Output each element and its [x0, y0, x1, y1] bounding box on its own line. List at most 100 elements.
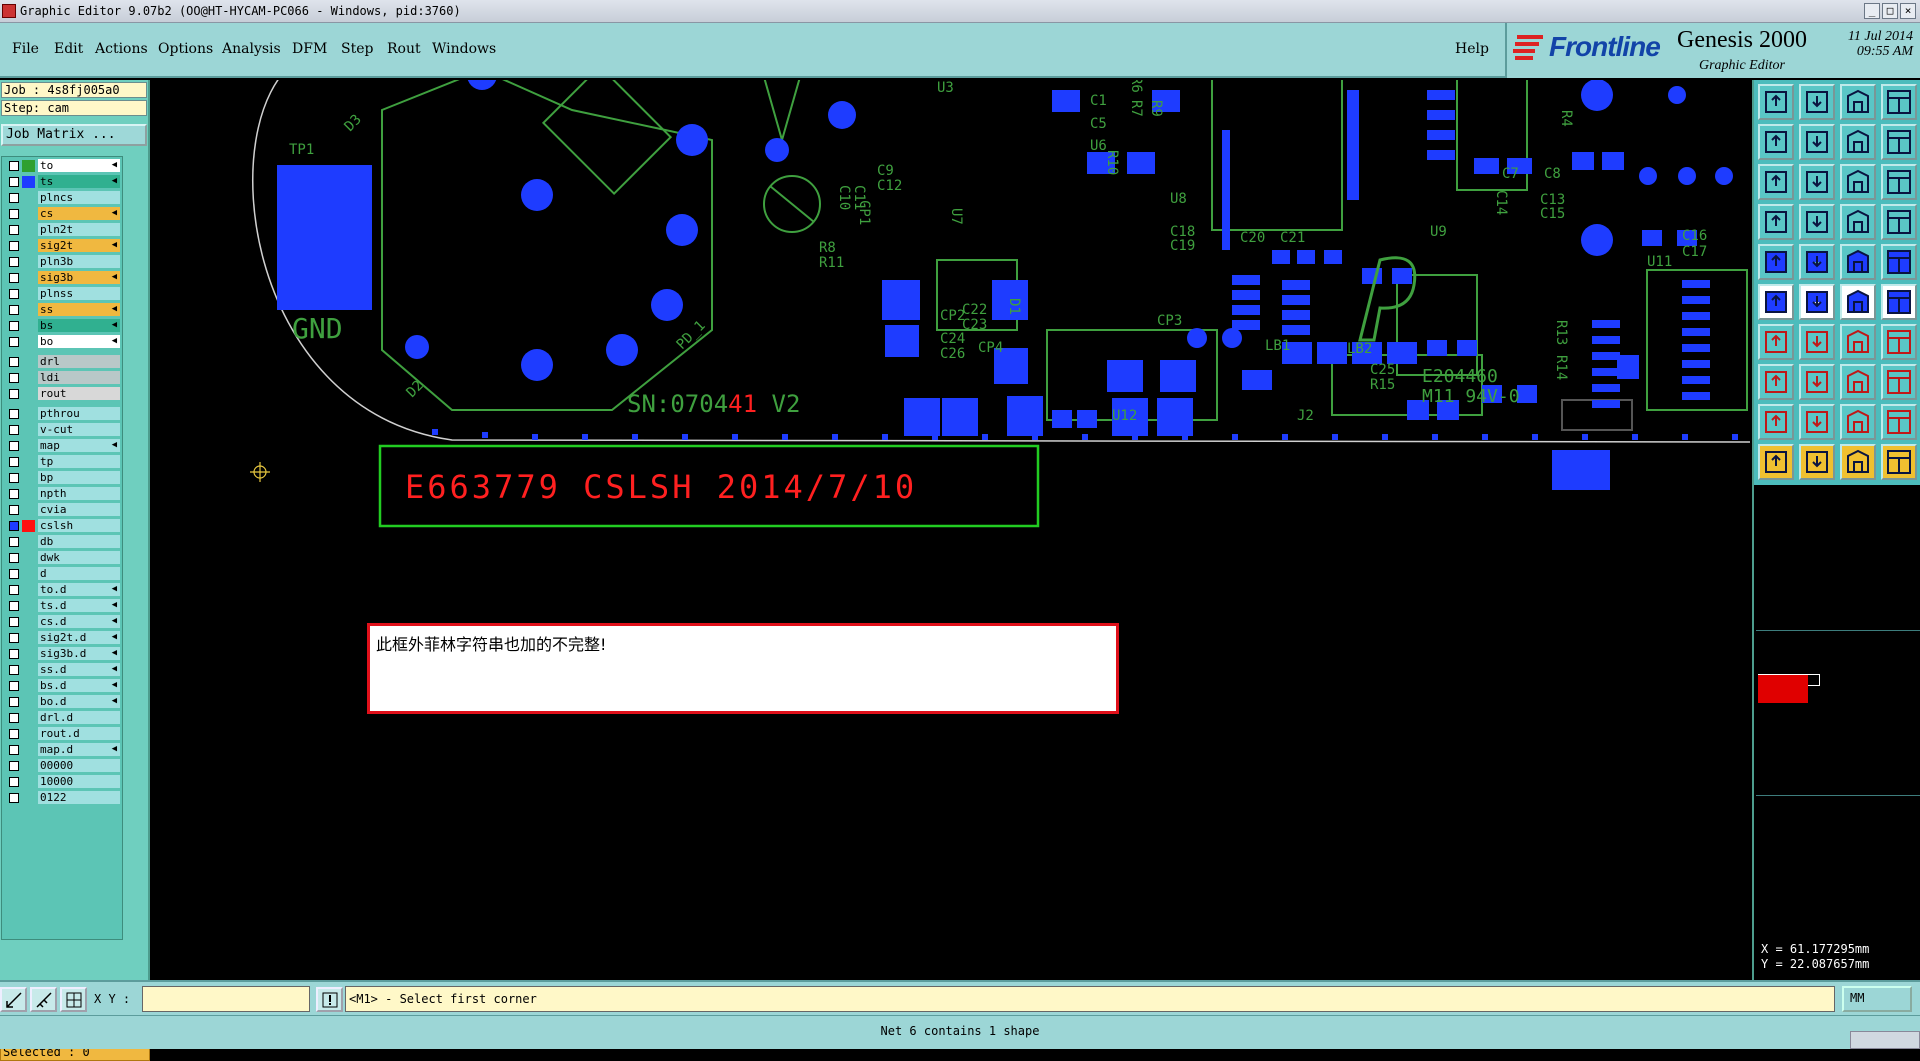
- layer-checkbox[interactable]: [9, 729, 19, 739]
- menu-step[interactable]: Step: [341, 41, 373, 57]
- flip-button[interactable]: [1881, 324, 1917, 360]
- layer-checkbox[interactable]: [9, 505, 19, 515]
- layer-checkbox[interactable]: [9, 665, 19, 675]
- route-button[interactable]: [1881, 124, 1917, 160]
- layer-checkbox[interactable]: [9, 257, 19, 267]
- bridge-button[interactable]: [1881, 404, 1917, 440]
- layer-name[interactable]: ts ◀: [38, 175, 120, 188]
- snap-button[interactable]: [0, 987, 27, 1012]
- layer-name[interactable]: 10000: [38, 775, 120, 788]
- layer-checkbox[interactable]: [9, 633, 19, 643]
- layer-name[interactable]: ts.d ◀: [38, 599, 120, 612]
- layer-checkbox[interactable]: [9, 441, 19, 451]
- layer-row[interactable]: to.d ◀: [2, 583, 122, 597]
- minus-button[interactable]: [1799, 364, 1835, 400]
- pcb-drawing[interactable]: TP1 D3 D2 PD_1 R8 R11 C10 C11 C9 C12 CP1…: [152, 80, 1750, 980]
- layer-name[interactable]: cslsh: [38, 519, 120, 532]
- layer-checkbox[interactable]: [9, 225, 19, 235]
- layer-checkbox[interactable]: [9, 161, 19, 171]
- shape-button[interactable]: [1799, 244, 1835, 280]
- layer-name[interactable]: sig2t ◀: [38, 239, 120, 252]
- close-button[interactable]: ×: [1900, 3, 1916, 19]
- layer-checkbox[interactable]: [9, 409, 19, 419]
- job-matrix-button[interactable]: Job Matrix ...: [1, 124, 147, 146]
- layer-name[interactable]: drl: [38, 355, 120, 368]
- layer-name[interactable]: to.d ◀: [38, 583, 120, 596]
- layer-row[interactable]: v-cut: [2, 423, 122, 437]
- layer-row[interactable]: map.d ◀: [2, 743, 122, 757]
- layer-row[interactable]: to ◀: [2, 159, 122, 173]
- layer-checkbox[interactable]: [9, 473, 19, 483]
- feature-button[interactable]: [1758, 204, 1794, 240]
- layer-name[interactable]: bs ◀: [38, 319, 120, 332]
- layer-name[interactable]: npth: [38, 487, 120, 500]
- layer-row[interactable]: bo.d ◀: [2, 695, 122, 709]
- layer-checkbox[interactable]: [9, 521, 19, 531]
- ratio-button[interactable]: [1840, 164, 1876, 200]
- layer-name[interactable]: cvia: [38, 503, 120, 516]
- layer-name[interactable]: rout.d: [38, 727, 120, 740]
- measure-button[interactable]: [30, 987, 57, 1012]
- layer-row[interactable]: bs ◀: [2, 319, 122, 333]
- pointer-circle-button[interactable]: [1840, 444, 1876, 480]
- layer-name[interactable]: pthrou: [38, 407, 120, 420]
- layer-row[interactable]: sig3b ◀: [2, 271, 122, 285]
- layer-name[interactable]: bp: [38, 471, 120, 484]
- layer-row[interactable]: ts.d ◀: [2, 599, 122, 613]
- net-select-button[interactable]: [1881, 204, 1917, 240]
- layer-name[interactable]: drl.d: [38, 711, 120, 724]
- layer-name[interactable]: plnss: [38, 287, 120, 300]
- menu-windows[interactable]: Windows: [432, 41, 496, 57]
- layer-row[interactable]: rout.d: [2, 727, 122, 741]
- help-button[interactable]: [1881, 164, 1917, 200]
- net-button[interactable]: [1840, 204, 1876, 240]
- layer-checkbox[interactable]: [9, 649, 19, 659]
- layer-checkbox[interactable]: [9, 425, 19, 435]
- layer-in-button[interactable]: [1758, 124, 1794, 160]
- layer-name[interactable]: 0122: [38, 791, 120, 804]
- layer-checkbox[interactable]: [9, 777, 19, 787]
- window-button[interactable]: [1881, 84, 1917, 120]
- layer-name[interactable]: plncs: [38, 191, 120, 204]
- units-dropdown[interactable]: MM: [1842, 986, 1912, 1012]
- menu-file[interactable]: File: [12, 41, 39, 57]
- swap-button[interactable]: [1840, 124, 1876, 160]
- menu-actions[interactable]: Actions: [95, 41, 148, 57]
- layer-name[interactable]: ss.d ◀: [38, 663, 120, 676]
- layer-row[interactable]: dwk: [2, 551, 122, 565]
- layer-name[interactable]: map.d ◀: [38, 743, 120, 756]
- layer-name[interactable]: d: [38, 567, 120, 580]
- layer-checkbox[interactable]: [9, 457, 19, 467]
- info-button[interactable]: [316, 987, 343, 1012]
- menu-help[interactable]: Help: [1455, 41, 1489, 57]
- layer-row[interactable]: sig3b.d ◀: [2, 647, 122, 661]
- layer-name[interactable]: bo ◀: [38, 335, 120, 348]
- layer-name[interactable]: to ◀: [38, 159, 120, 172]
- menu-rout[interactable]: Rout: [387, 41, 421, 57]
- layer-row[interactable]: bo ◀: [2, 335, 122, 349]
- layer-row[interactable]: 00000: [2, 759, 122, 773]
- export-button[interactable]: [1799, 84, 1835, 120]
- layer-checkbox[interactable]: [9, 209, 19, 219]
- layer-checkbox[interactable]: [9, 713, 19, 723]
- layer-row[interactable]: d: [2, 567, 122, 581]
- layer-name[interactable]: pln3b: [38, 255, 120, 268]
- node-button[interactable]: [1758, 284, 1794, 320]
- layer-checkbox[interactable]: [9, 373, 19, 383]
- layer-name[interactable]: rout: [38, 387, 120, 400]
- arc-button[interactable]: [1840, 324, 1876, 360]
- triangle-button[interactable]: [1758, 404, 1794, 440]
- layer-checkbox[interactable]: [9, 553, 19, 563]
- layer-out-button[interactable]: [1799, 124, 1835, 160]
- probe-button[interactable]: [1799, 204, 1835, 240]
- layer-row[interactable]: plnss: [2, 287, 122, 301]
- layer-name[interactable]: pln2t: [38, 223, 120, 236]
- xy-input[interactable]: [142, 986, 310, 1012]
- layer-row[interactable]: pthrou: [2, 407, 122, 421]
- layer-name[interactable]: cs.d ◀: [38, 615, 120, 628]
- layer-checkbox[interactable]: [9, 681, 19, 691]
- menu-analysis[interactable]: Analysis: [222, 41, 281, 57]
- minimap[interactable]: [1756, 630, 1920, 796]
- layer-row[interactable]: bs.d ◀: [2, 679, 122, 693]
- width-button[interactable]: [1840, 364, 1876, 400]
